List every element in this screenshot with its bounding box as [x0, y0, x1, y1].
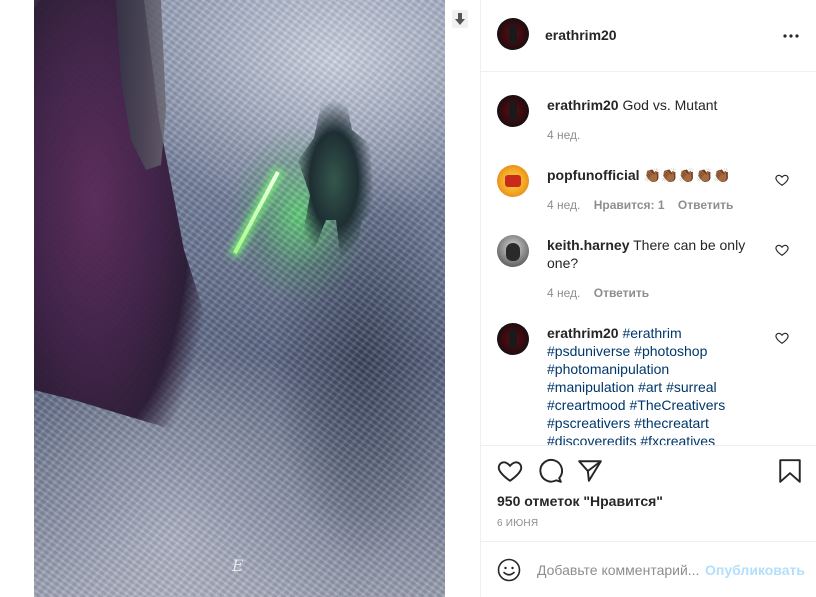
caption-username[interactable]: erathrim20 [547, 97, 619, 113]
comment-avatar[interactable] [497, 235, 529, 267]
comment-username[interactable]: popfunofficial [547, 167, 640, 183]
hashtag-link[interactable]: #creartmood [547, 397, 626, 413]
hashtag-link[interactable]: #manipulation [547, 379, 634, 395]
comment-body: 👏🏾👏🏾👏🏾👏🏾👏🏾 [643, 167, 731, 183]
instagram-post-view: E erathrim20 erathrim20 God vs. Mutant 4… [0, 0, 816, 597]
comment-likes-count[interactable]: Нравится: 1 [594, 198, 665, 212]
heart-icon[interactable] [497, 458, 523, 484]
post-photo[interactable]: E [34, 0, 445, 597]
caption-body: God vs. Mutant [622, 97, 718, 113]
bookmark-icon[interactable] [777, 458, 803, 484]
emoji-icon[interactable] [497, 558, 521, 582]
caption-text: erathrim20 God vs. Mutant [547, 96, 769, 114]
share-icon[interactable] [577, 458, 603, 484]
hashtag-link[interactable]: #fxcreatives [640, 433, 715, 445]
comment-input[interactable] [537, 560, 701, 580]
hashtag-link[interactable]: #photomanipulation [547, 361, 669, 377]
comment-like-heart-icon[interactable] [775, 331, 789, 345]
comments-list[interactable]: erathrim20 God vs. Mutant 4 нед. popfuno… [481, 72, 816, 446]
download-icon[interactable] [452, 10, 468, 28]
comment-reply-button[interactable]: Ответить [594, 286, 649, 300]
post-date[interactable]: 6 ИЮНЯ [497, 518, 538, 529]
comment-time[interactable]: 4 нед. [547, 198, 580, 212]
comment-avatar[interactable] [497, 165, 529, 197]
comment-username[interactable]: keith.harney [547, 237, 629, 253]
comment-text: erathrim20 #erathrim #psduniverse #photo… [547, 324, 769, 445]
hashtag-link[interactable]: #TheCreativers [629, 397, 725, 413]
comment-text: popfunofficial 👏🏾👏🏾👏🏾👏🏾👏🏾 [547, 166, 769, 184]
comment-meta: 4 нед. Нравится: 1 Ответить [547, 198, 743, 212]
hashtag-link[interactable]: #photoshop [634, 343, 707, 359]
comment-avatar[interactable] [497, 323, 529, 355]
hashtag-link[interactable]: #surreal [666, 379, 717, 395]
hashtag-link[interactable]: #discoveredits [547, 433, 637, 445]
author-avatar[interactable] [497, 18, 529, 50]
hashtag-link[interactable]: #thecreatart [634, 415, 709, 431]
hashtag-link[interactable]: #art [638, 379, 662, 395]
caption-meta: 4 нед. [547, 128, 590, 142]
add-comment-bar: Опубликовать [481, 542, 816, 597]
post-header: erathrim20 [481, 0, 816, 72]
comment-username[interactable]: erathrim20 [547, 325, 619, 341]
comment-like-heart-icon[interactable] [775, 243, 789, 257]
comment-like-heart-icon[interactable] [775, 173, 789, 187]
hashtag-link[interactable]: #pscreativers [547, 415, 630, 431]
media-area: E [0, 0, 480, 597]
hashtag-link[interactable]: #erathrim [622, 325, 681, 341]
comment-text: keith.harney There can be only one? [547, 236, 769, 272]
author-username[interactable]: erathrim20 [545, 27, 617, 43]
comment-icon[interactable] [537, 458, 563, 484]
comment-time[interactable]: 4 нед. [547, 286, 580, 300]
photo-watermark: E [232, 556, 244, 575]
caption-time[interactable]: 4 нед. [547, 128, 580, 142]
publish-button[interactable]: Опубликовать [705, 562, 805, 578]
likes-count[interactable]: 950 отметок "Нравится" [497, 493, 663, 509]
more-options-icon[interactable] [781, 28, 801, 42]
comment-meta: 4 нед. Ответить [547, 286, 659, 300]
post-side-panel: erathrim20 erathrim20 God vs. Mutant 4 н… [480, 0, 816, 597]
hashtag-link[interactable]: #psduniverse [547, 343, 630, 359]
caption-avatar[interactable] [497, 95, 529, 127]
comment-reply-button[interactable]: Ответить [678, 198, 733, 212]
